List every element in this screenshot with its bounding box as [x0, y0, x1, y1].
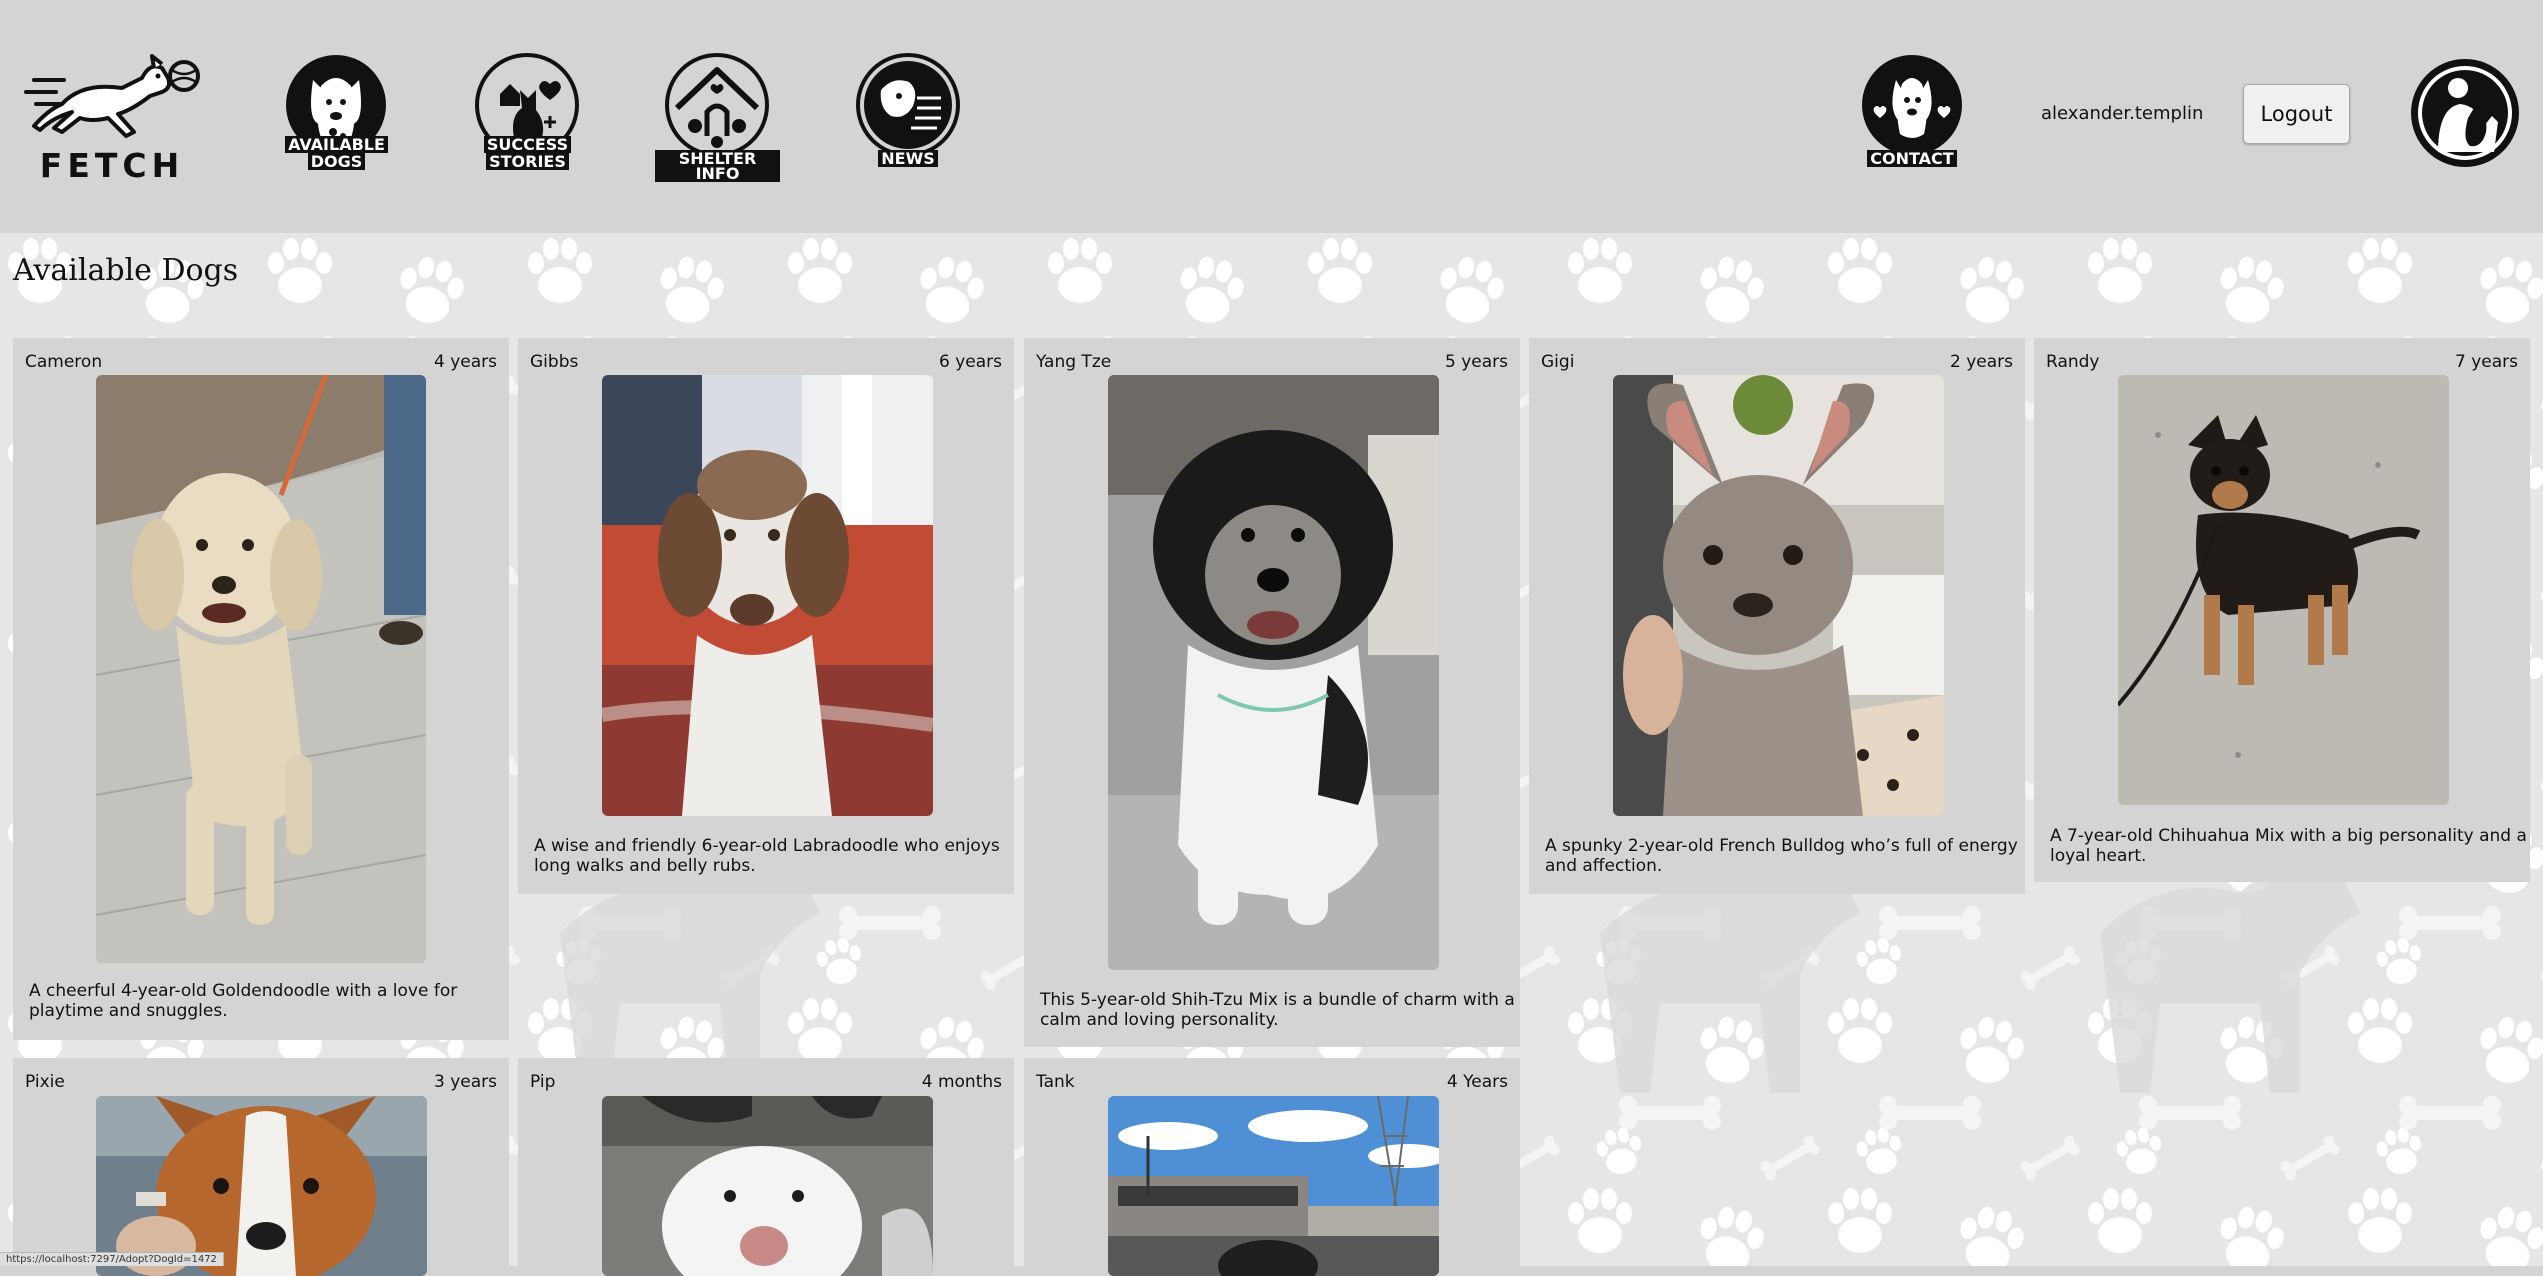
chihuahua-mix-photo: [2118, 375, 2449, 805]
husky-puppy-photo: [602, 1096, 933, 1276]
dog-description-line-2: loyal heart.: [2050, 846, 2147, 866]
page-title: Available Dogs: [13, 253, 239, 288]
dog-name: Pixie: [25, 1072, 65, 1092]
dog-description-line-1: A 7-year-old Chihuahua Mix with a big pe…: [2050, 826, 2527, 846]
nav-shelter-info-label: SHELTER INFO: [655, 150, 780, 182]
dog-name: Randy: [2046, 352, 2100, 372]
nav-shelter-info[interactable]: SHELTER INFO: [655, 50, 780, 182]
dog-card[interactable]: Tank 4 Years: [1024, 1058, 1520, 1276]
dog-age: 4 years: [433, 352, 497, 372]
dog-photo[interactable]: [1613, 375, 1944, 816]
dog-name: Tank: [1036, 1072, 1075, 1092]
nav-success-stories-label-1: SUCCESS: [483, 136, 572, 153]
dog-age: 4 months: [921, 1072, 1002, 1092]
dog-name: Gibbs: [530, 352, 579, 372]
nav-news-label: NEWS: [878, 150, 938, 167]
nav-news[interactable]: NEWS: [853, 50, 963, 178]
dog-age: 2 years: [1949, 352, 2013, 372]
dog-card[interactable]: Yang Tze 5 years This 5-year-old Shih-Tz…: [1024, 338, 1520, 1047]
status-bar-url: https://localhost:7297/Adopt?DogId=1472: [0, 1252, 224, 1266]
nav-contact[interactable]: CONTACT: [1858, 50, 1966, 178]
nav-success-stories[interactable]: SUCCESS STORIES: [470, 50, 585, 178]
dog-card[interactable]: Gibbs 6 years A wise and friendly 6-year…: [518, 338, 1014, 894]
dog-name: Cameron: [25, 352, 103, 372]
dog-description-line-1: A spunky 2-year-old French Bulldog who’s…: [1545, 836, 2018, 856]
nav-success-stories-label-2: STORIES: [486, 153, 569, 170]
dog-description-line-1: This 5-year-old Shih-Tzu Mix is a bundle…: [1040, 990, 1515, 1010]
dog-photo[interactable]: [96, 375, 426, 963]
dog-photo[interactable]: [1108, 375, 1439, 970]
dog-description-line-2: long walks and belly rubs.: [534, 856, 756, 876]
nav-available-dogs-label-2: DOGS: [307, 153, 366, 170]
dog-card[interactable]: Gigi 2 years A spunky 2-year-old French …: [1529, 338, 2025, 894]
nav-available-dogs[interactable]: AVAILABLE DOGS: [279, 50, 394, 178]
dog-photo[interactable]: [602, 1096, 933, 1276]
dog-card[interactable]: Randy 7 years A 7-year-old Chihuahua Mix…: [2034, 338, 2530, 882]
running-dog-icon: [24, 54, 200, 138]
contact-dog-icon: [1862, 55, 1962, 155]
dog-photo[interactable]: [602, 375, 933, 816]
shelter-house-icon: [665, 53, 769, 157]
dog-age: 3 years: [433, 1072, 497, 1092]
dog-photo[interactable]: [1108, 1096, 1439, 1276]
dog-card[interactable]: Pip 4 months: [518, 1058, 1014, 1276]
dog-newspaper-icon: [856, 53, 960, 157]
dog-age: 7 years: [2454, 352, 2518, 372]
dog-photo[interactable]: [2118, 375, 2449, 805]
dog-age: 5 years: [1444, 352, 1508, 372]
dog-name: Pip: [530, 1072, 556, 1092]
person-with-dog-icon: [2411, 59, 2519, 167]
tank-dog-photo: [1108, 1096, 1439, 1276]
dog-age: 6 years: [938, 352, 1002, 372]
nav-available-dogs-label-1: AVAILABLE: [285, 136, 388, 153]
dog-age: 4 Years: [1446, 1072, 1508, 1092]
dog-description-line-1: A cheerful 4-year-old Goldendoodle with …: [29, 981, 458, 1001]
corgi-mix-photo: [96, 1096, 427, 1276]
logo-text: FETCH: [39, 146, 185, 185]
nav-contact-label: CONTACT: [1867, 150, 1957, 167]
site-header: FETCH AVAILABLE DOGS SUCCESS STORIES SHE…: [0, 0, 2543, 233]
username-label: alexander.templin: [2041, 103, 2204, 124]
dog-card[interactable]: Cameron 4 years A cheerful 4-year-old Go…: [13, 338, 509, 1040]
goldendoodle-photo: [96, 375, 426, 963]
dog-card[interactable]: Pixie 3 years: [13, 1058, 509, 1276]
dog-description-line-1: A wise and friendly 6-year-old Labradood…: [534, 836, 1000, 856]
shih-tzu-photo: [1108, 375, 1439, 970]
fetch-logo[interactable]: FETCH: [22, 48, 202, 185]
dog-name: Gigi: [1541, 352, 1575, 372]
user-avatar[interactable]: [2408, 56, 2522, 170]
dog-photo[interactable]: [96, 1096, 427, 1276]
logout-button[interactable]: Logout: [2243, 84, 2350, 144]
french-bulldog-photo: [1613, 375, 1944, 816]
dog-description-line-2: calm and loving personality.: [1040, 1010, 1279, 1030]
labradoodle-photo: [602, 375, 933, 816]
dog-name: Yang Tze: [1036, 352, 1112, 372]
dog-description-line-2: playtime and snuggles.: [29, 1001, 228, 1021]
dog-description-line-2: and affection.: [1545, 856, 1663, 876]
